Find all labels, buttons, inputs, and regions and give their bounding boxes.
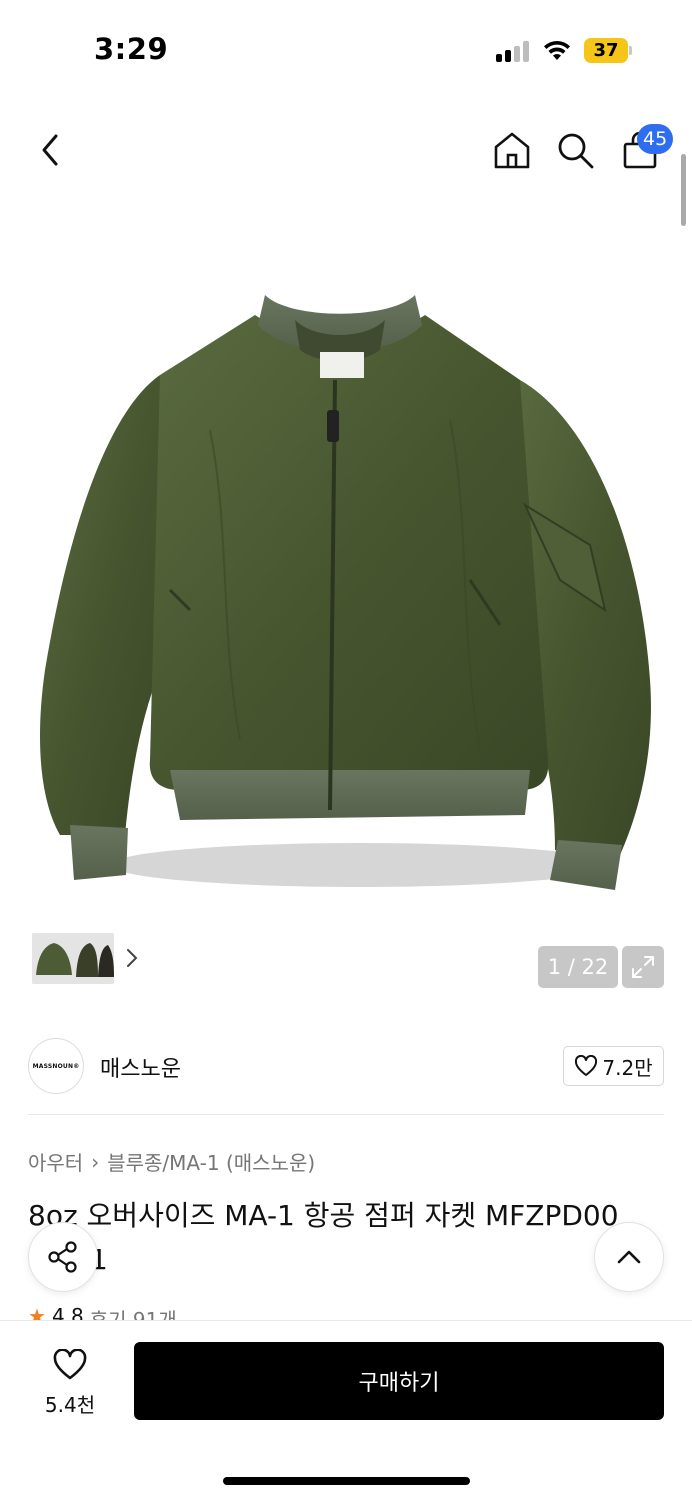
home-icon — [494, 132, 530, 169]
breadcrumb-separator: › — [91, 1149, 100, 1174]
back-button[interactable] — [28, 128, 72, 172]
share-icon — [48, 1241, 77, 1273]
top-navigation — [0, 110, 692, 190]
breadcrumb: 아우터 › 블루종/MA-1 (매스노운) — [28, 1147, 315, 1176]
rating-row[interactable]: ★ 4.8 후기 91개 — [28, 1304, 177, 1320]
home-button[interactable] — [490, 128, 534, 172]
color-thumbnails[interactable] — [32, 933, 114, 984]
share-button[interactable] — [28, 1222, 98, 1292]
chevron-up-icon — [617, 1250, 641, 1264]
heart-icon — [53, 1348, 87, 1380]
scroll-top-button[interactable] — [594, 1222, 664, 1292]
star-icon: ★ — [28, 1304, 46, 1320]
rating-score: 4.8 — [51, 1304, 84, 1320]
breadcrumb-category[interactable]: 아우터 — [28, 1147, 83, 1176]
chevron-right-icon[interactable] — [122, 944, 142, 972]
bottom-action-bar: 5.4천 구매하기 — [0, 1320, 692, 1500]
buy-button[interactable]: 구매하기 — [134, 1342, 664, 1420]
wishlist-button[interactable]: 5.4천 — [30, 1348, 110, 1419]
image-counter: 1 / 22 — [538, 946, 618, 988]
cart-badge: 45 — [637, 124, 674, 154]
wishlist-count: 5.4천 — [44, 1393, 96, 1417]
status-time: 3:29 — [94, 32, 169, 66]
scroll-indicator — [681, 154, 686, 226]
expand-icon — [632, 956, 654, 978]
thumbnail-image — [32, 933, 114, 984]
chevron-left-icon — [42, 134, 58, 166]
brand-like-count: 7.2만 — [602, 1055, 653, 1080]
wifi-icon — [544, 40, 570, 60]
review-count: 후기 91개 — [89, 1308, 177, 1320]
product-title: 8oz 오버사이즈 MA-1 항공 점퍼 자켓 MFZPD00 1 — [28, 1194, 664, 1282]
search-button[interactable] — [553, 128, 597, 172]
divider — [28, 1114, 664, 1115]
search-icon — [558, 133, 594, 169]
brand-row: MASSNOUN® 매스노운 7.2만 — [28, 1038, 664, 1094]
brand-name[interactable]: 매스노운 — [100, 1051, 181, 1083]
breadcrumb-subcategory[interactable]: 블루종/MA-1 (매스노운) — [107, 1147, 315, 1176]
brand-logo[interactable]: MASSNOUN® — [28, 1038, 84, 1094]
status-bar: 3:29 37 — [0, 0, 692, 100]
product-title-text: 8oz 오버사이즈 MA-1 항공 점퍼 자켓 MFZPD00 — [28, 1199, 619, 1232]
battery-indicator: 37 — [584, 38, 632, 63]
brand-logo-text: MASSNOUN® — [32, 1062, 80, 1070]
home-indicator — [223, 1477, 470, 1485]
battery-level: 37 — [593, 40, 619, 61]
thumbnail-strip[interactable] — [28, 929, 145, 988]
cellular-signal-icon — [496, 40, 532, 62]
product-image[interactable] — [30, 280, 670, 920]
brand-like-button[interactable]: 7.2만 — [563, 1046, 664, 1086]
expand-button[interactable] — [622, 946, 664, 988]
heart-icon — [575, 1055, 598, 1076]
